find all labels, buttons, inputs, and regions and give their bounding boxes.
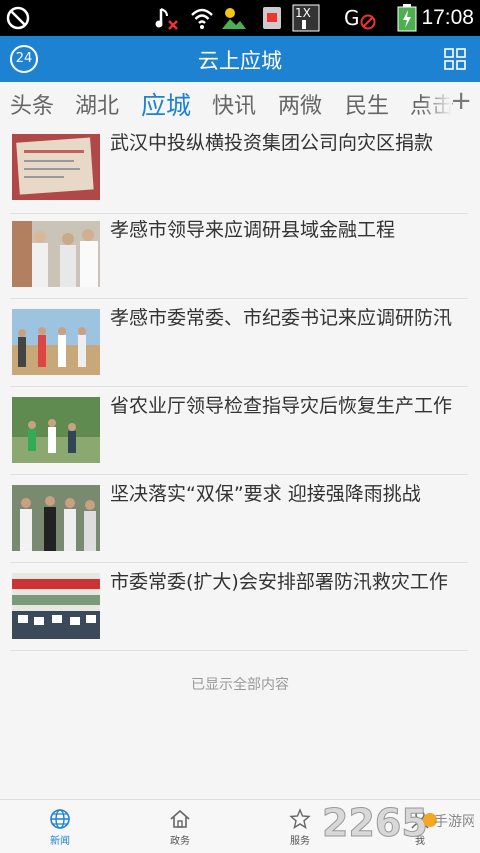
tab-liangwei[interactable]: 两微 <box>278 88 322 120</box>
end-of-list-note: 已显示全部内容 <box>191 677 289 693</box>
gps-off-icon: G <box>344 4 378 32</box>
status-bar: 1X G 17:08 <box>0 0 480 36</box>
page-title: 云上应城 <box>198 49 282 73</box>
grid-menu-icon[interactable] <box>444 48 466 70</box>
news-title: 省农业厅领导检查指导灾后恢复生产工作 <box>110 395 453 417</box>
news-item[interactable]: 孝感市领导来应调研县域金融工程 <box>10 211 468 299</box>
svg-text:手游网: 手游网 <box>434 814 474 830</box>
clock: 17:08 <box>421 6 474 29</box>
news-thumbnail <box>12 221 100 287</box>
globe-icon <box>49 808 71 830</box>
svg-text:G: G <box>344 6 360 30</box>
category-tabs: 头条 湖北 应城 快讯 两微 民生 点击 + <box>0 82 480 126</box>
battery-charging-icon <box>396 4 418 32</box>
news-thumbnail <box>12 485 100 551</box>
news-thumbnail <box>12 397 100 463</box>
music-muted-icon <box>152 4 180 32</box>
nav-news[interactable]: 新闻 <box>20 808 100 847</box>
nav-news-label: 新闻 <box>50 836 70 847</box>
signal-1x-icon: 1X <box>292 4 320 32</box>
news-item[interactable]: 武汉中投纵横投资集团公司向灾区捐款 <box>10 126 468 214</box>
nav-services-label: 服务 <box>290 836 310 847</box>
watermark-logo: 2265 手游网 <box>322 798 477 848</box>
news-title: 武汉中投纵横投资集团公司向灾区捐款 <box>110 132 434 154</box>
tab-toutiao[interactable]: 头条 <box>10 88 54 120</box>
news-item[interactable]: 坚决落实“双保”要求 迎接强降雨挑战 <box>10 475 468 563</box>
news-thumbnail <box>12 134 100 200</box>
news-item[interactable]: 孝感市委常委、市纪委书记来应调研防汛 <box>10 299 468 387</box>
tab-kuaixun[interactable]: 快讯 <box>212 88 256 120</box>
tab-minsheng[interactable]: 民生 <box>345 88 389 120</box>
news-item[interactable]: 省农业厅领导检查指导灾后恢复生产工作 <box>10 387 468 475</box>
news-title: 坚决落实“双保”要求 迎接强降雨挑战 <box>110 483 421 505</box>
tabs-fade <box>422 82 452 126</box>
gallery-icon <box>220 4 248 32</box>
svg-text:2265: 2265 <box>322 801 428 845</box>
tab-hubei[interactable]: 湖北 <box>75 88 119 120</box>
sim-card-icon <box>258 4 286 32</box>
add-channel-icon[interactable]: + <box>450 86 472 116</box>
news-title: 市委常委(扩大)会安排部署防汛救灾工作 <box>110 571 448 593</box>
tab-yingcheng[interactable]: 应城 <box>141 86 191 122</box>
news-thumbnail <box>12 573 100 639</box>
svg-text:1X: 1X <box>295 6 311 20</box>
app-header: 24 云上应城 <box>0 36 480 82</box>
nav-government-label: 政务 <box>170 836 190 847</box>
star-icon <box>289 808 311 830</box>
news-thumbnail <box>12 309 100 375</box>
news-item[interactable]: 市委常委(扩大)会安排部署防汛救灾工作 <box>10 563 468 651</box>
news-title: 孝感市领导来应调研县域金融工程 <box>110 219 396 241</box>
wifi-icon <box>188 4 216 32</box>
news-title: 孝感市委常委、市纪委书记来应调研防汛 <box>110 307 453 329</box>
no-disturb-icon <box>4 4 32 32</box>
nav-government[interactable]: 政务 <box>140 808 220 847</box>
home-icon <box>169 808 191 830</box>
